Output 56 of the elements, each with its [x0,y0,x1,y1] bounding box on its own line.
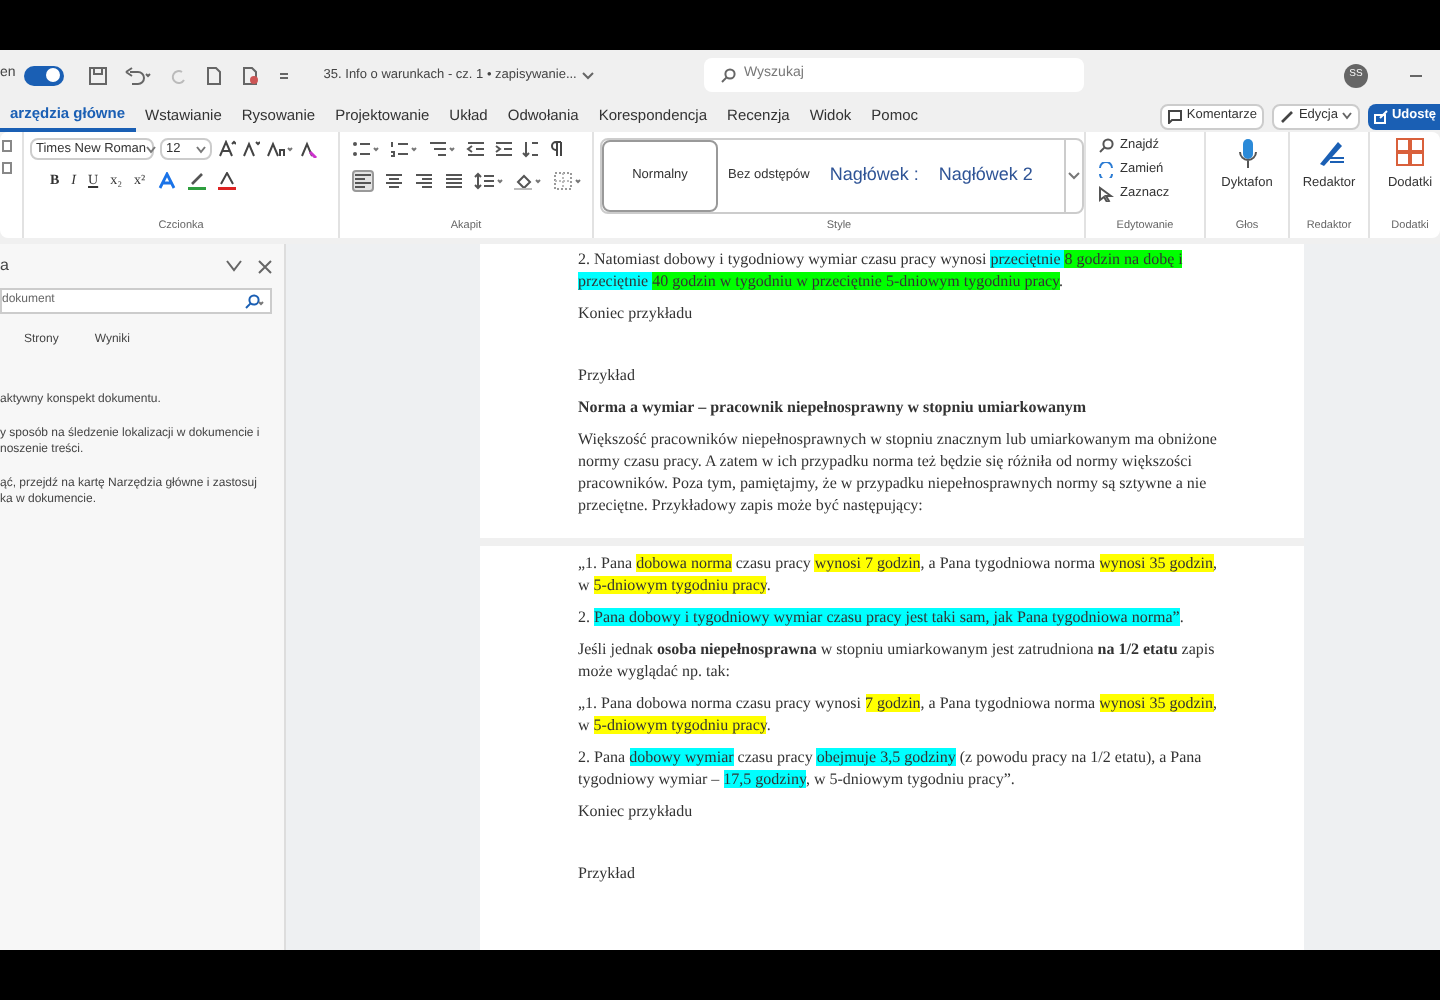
caret-icon [1341,112,1352,120]
example-label: Przykład [578,862,637,884]
section-heading: Norma a wymiar – pracownik niepełnosprawny w stopniu umiarkowanym [578,396,1089,418]
multilevel-list-icon[interactable] [428,140,456,158]
paragraph: Jeśli jednak osoba niepełnosprawna w stopniu umiarkowanym jest zatrudniona na 1/2 etatu zapis może wyglądać np. tak: [578,638,1217,682]
pencil-icon [1280,109,1295,123]
paragraph: 2. Pana dobowy wymiar czasu pracy obejmuje 3,5 godziny (z powodu pracy na 1/2 etatu), a Pana tygodniowy wymiar – 17,5 godziny, w 5-dniowym tygodniu pracy”. [578,746,1204,790]
caret-icon [146,145,157,153]
document-icon[interactable] [203,65,224,85]
numbered-list-icon[interactable] [390,140,418,158]
line-spacing-icon[interactable] [474,172,504,190]
align-right-icon[interactable] [414,172,434,190]
highlighter-icon[interactable] [187,171,206,190]
search-icon [1098,138,1114,154]
paragraph: 2. Pana dobowy i tygodniowy wymiar czasu pracy jest taki sam, jak Pana tygodniowa norma”. [578,606,1186,628]
bullet-list-icon[interactable] [352,140,380,158]
shrink-font-icon[interactable] [242,140,260,158]
cursor-icon [1098,186,1114,202]
borders-icon[interactable] [554,172,584,190]
paragraph: Koniec przykładu [578,800,695,822]
justify-icon[interactable] [444,172,464,190]
caret-icon [196,145,206,153]
shading-icon[interactable] [514,172,544,190]
change-case-icon[interactable] [266,140,294,158]
comment-icon [1168,109,1183,123]
caret-icon[interactable] [582,71,595,79]
autosave-toggle[interactable] [23,65,64,85]
align-center-icon[interactable] [384,172,404,190]
sort-icon[interactable] [522,140,540,158]
font-color-icon[interactable] [217,171,236,190]
style-option[interactable]: Nagłówek 2 [928,140,1043,212]
gallery-more-icon[interactable] [1068,172,1080,180]
grow-font-icon[interactable] [218,140,236,158]
share-icon [1373,109,1388,123]
document-icon[interactable] [239,65,260,85]
paragraph: Koniec przykładu [578,302,695,324]
pane-title: a [0,254,9,278]
close-icon[interactable] [258,259,272,273]
clear-formatting-icon[interactable] [300,140,318,158]
search-icon [720,67,736,83]
style-option[interactable]: Nagłówek : [819,140,929,212]
save-icon[interactable] [87,65,108,85]
pilcrow-icon[interactable] [550,140,564,158]
undo-icon[interactable] [123,65,152,85]
replace-icon [1098,162,1114,178]
chevron-down-icon[interactable] [226,260,242,272]
microphone-icon [1237,138,1257,170]
paragraph: Większość pracowników niepełnosprawnych w stopniu znacznym lub umiarkowanym ma obniżone normy czasu pracy. A zatem w ich przypadku norma też będzie się różniła od normy większości pracowników. Poza tym, pamiętajmy, że w przypadku niepełnosprawnych normy są sztywne a nie przeciętne. Przykładowy zapis może być następujący: [578,428,1219,516]
text-effects-icon[interactable] [157,171,176,190]
increase-indent-icon[interactable] [494,140,512,158]
search-icon [244,293,264,309]
example-label: Przykład [578,364,637,386]
decrease-indent-icon[interactable] [466,140,484,158]
paragraph: 2. Natomiast dobowy i tygodniowy wymiar czasu pracy wynosi przeciętnie 8 godzin na dobę i przeciętnie 40 godzin w tygodniu w przeciętnie 5-dniowym tygodniu pracy. [578,248,1185,292]
grid-icon [1395,138,1424,166]
align-left-icon[interactable] [352,170,374,192]
